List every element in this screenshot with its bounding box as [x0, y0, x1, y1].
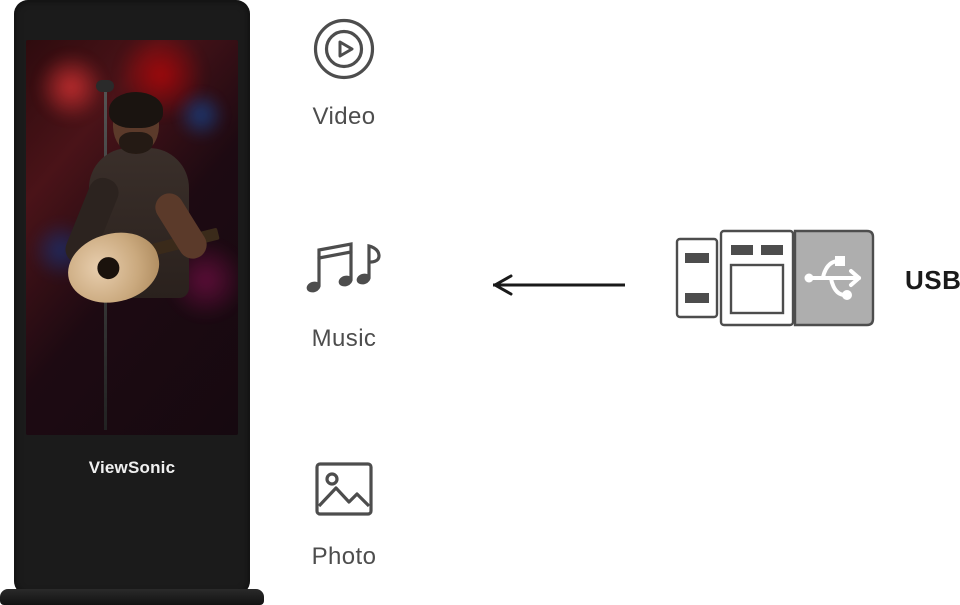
media-item-photo: Photo: [312, 458, 377, 571]
usb-label: USB: [905, 265, 960, 296]
usb-source: USB: [675, 227, 960, 334]
usb-drive-icon: [675, 227, 875, 334]
kiosk-base: [0, 589, 264, 605]
play-circle-icon: [313, 18, 375, 85]
media-label-video: Video: [313, 103, 376, 131]
image-icon: [313, 458, 375, 525]
kiosk-display: ViewSonic: [0, 0, 264, 605]
media-label-music: Music: [312, 325, 377, 353]
brand-label: ViewSonic: [14, 458, 250, 478]
kiosk-screen: [26, 40, 238, 435]
screen-content-musician: [26, 40, 238, 435]
media-label-photo: Photo: [312, 543, 377, 571]
arrow-left-icon: [470, 260, 640, 310]
media-item-music: Music: [305, 236, 383, 353]
music-notes-icon: [305, 236, 383, 307]
kiosk-body: ViewSonic: [14, 0, 250, 595]
media-types-column: Video Music Photo: [305, 18, 383, 571]
media-item-video: Video: [313, 18, 376, 131]
